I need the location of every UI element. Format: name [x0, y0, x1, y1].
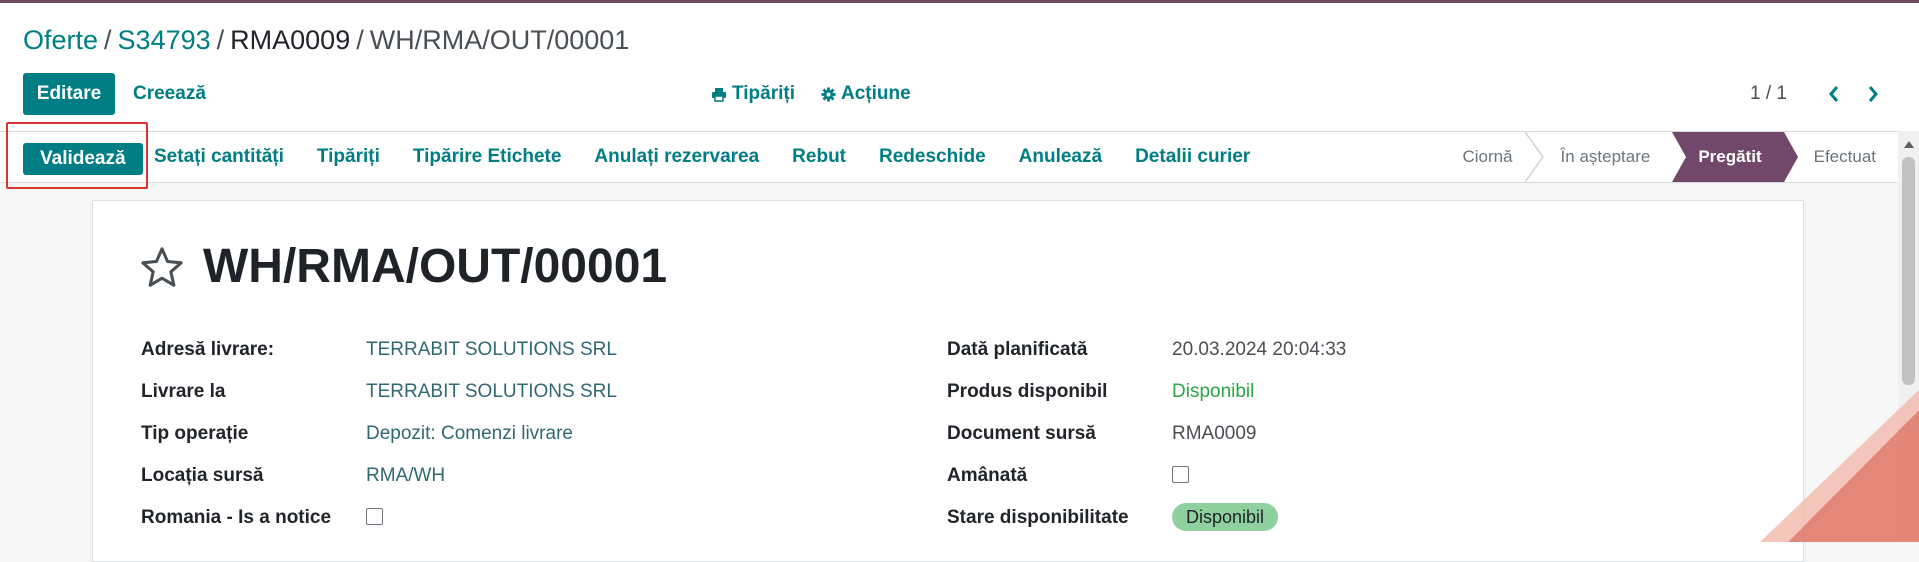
stage-label: În așteptare — [1560, 147, 1651, 166]
breadcrumb-item-oferte[interactable]: Oferte — [23, 25, 98, 55]
source-document-label: Document sursă — [947, 423, 1096, 444]
set-quantities-button[interactable]: Setați cantități — [154, 146, 284, 168]
chevron-left-icon — [1829, 86, 1839, 102]
operation-type-label: Tip operație — [141, 423, 249, 444]
printer-icon — [712, 87, 726, 102]
stage-divider — [1672, 132, 1687, 182]
action-menu[interactable]: Acțiune — [821, 73, 911, 115]
edit-button[interactable]: Editare — [23, 73, 115, 115]
breadcrumb-separator: / — [216, 25, 225, 55]
availability-state-label: Stare disponibilitate — [947, 507, 1129, 528]
breadcrumb-item-rma[interactable]: RMA0009 — [230, 25, 350, 55]
cancel-button[interactable]: Anulează — [1019, 146, 1102, 168]
source-document-value: RMA0009 — [1172, 423, 1257, 444]
form-sheet: WH/RMA/OUT/00001 Adresă livrare: TERRABI… — [92, 200, 1804, 562]
pager-next-button[interactable] — [1858, 73, 1888, 115]
status-bar: Validează Setați cantități Tipăriți Tipă… — [0, 122, 1898, 189]
delivery-address-label: Adresă livrare: — [141, 339, 275, 360]
stage-divider — [1524, 132, 1544, 182]
stage-ready[interactable]: Pregătit — [1672, 132, 1798, 182]
validate-button[interactable]: Validează — [23, 143, 143, 175]
stage-label: Ciornă — [1462, 147, 1513, 166]
pager-previous-button[interactable] — [1819, 73, 1849, 115]
stage-label: Efectuat — [1813, 147, 1876, 166]
source-location-value[interactable]: RMA/WH — [366, 465, 445, 487]
stage-divider — [1783, 132, 1798, 182]
product-availability-value: Disponibil — [1172, 381, 1255, 402]
delivery-address-value[interactable]: TERRABIT SOLUTIONS SRL — [366, 339, 617, 361]
record-title: WH/RMA/OUT/00001 — [203, 240, 668, 293]
status-actions: Setați cantități Tipăriți Tipărire Etich… — [154, 132, 1283, 182]
breadcrumb-item-current: WH/RMA/OUT/00001 — [369, 25, 630, 55]
star-icon[interactable] — [139, 245, 185, 291]
breadcrumb-separator: / — [356, 25, 364, 55]
control-panel: Oferte / S34793/RMA0009/WH/RMA/OUT/00001 E… — [0, 3, 1919, 131]
stage-draft[interactable]: Ciornă — [1436, 132, 1544, 182]
stage-waiting[interactable]: În așteptare — [1535, 132, 1673, 182]
breadcrumb-separator: / — [104, 25, 112, 55]
gear-icon — [821, 86, 836, 102]
scrollbar-thumb[interactable] — [1902, 157, 1915, 385]
deliver-to-label: Livrare la — [141, 381, 226, 402]
create-button[interactable]: Creează — [133, 73, 206, 115]
stage-done[interactable]: Efectuat — [1784, 132, 1898, 182]
vertical-scrollbar[interactable] — [1898, 131, 1919, 542]
operation-type-value[interactable]: Depozit: Comenzi livrare — [366, 423, 573, 445]
breadcrumb: Oferte / S34793/RMA0009/WH/RMA/OUT/00001 — [23, 25, 629, 56]
print-button[interactable]: Tipăriți — [317, 146, 380, 168]
scheduled-date-value: 20.03.2024 20:04:33 — [1172, 339, 1347, 360]
pager-value[interactable]: 1 / 1 — [1750, 73, 1787, 115]
romania-notice-label: Romania - Is a notice — [141, 507, 332, 528]
courier-details-button[interactable]: Detalii curier — [1135, 146, 1250, 168]
scrap-button[interactable]: Rebut — [792, 146, 846, 168]
source-location-label: Locația sursă — [141, 465, 264, 486]
deliver-to-value[interactable]: TERRABIT SOLUTIONS SRL — [366, 381, 617, 403]
print-menu[interactable]: Tipăriți — [711, 73, 795, 115]
print-menu-label: Tipăriți — [732, 83, 795, 104]
unreserve-button[interactable]: Anulați rezervarea — [594, 146, 759, 168]
scheduled-date-label: Dată planificată — [947, 339, 1088, 360]
triangle-up-icon — [1903, 140, 1914, 148]
romania-notice-checkbox[interactable] — [366, 508, 383, 525]
action-menu-label: Acțiune — [841, 83, 911, 104]
print-labels-button[interactable]: Tipărire Etichete — [413, 146, 562, 168]
postponed-checkbox[interactable] — [1172, 466, 1189, 483]
product-availability-label: Produs disponibil — [947, 381, 1108, 402]
status-pipeline: Ciornă În așteptare Pregătit Efectuat — [1436, 132, 1898, 182]
breadcrumb-item-order[interactable]: S34793 — [118, 25, 211, 55]
status-badge: Disponibil — [1172, 503, 1279, 531]
scroll-up-arrow[interactable] — [1898, 135, 1919, 153]
reopen-button[interactable]: Redeschide — [879, 146, 986, 168]
chevron-right-icon — [1868, 86, 1878, 102]
postponed-label: Amânată — [947, 465, 1028, 486]
stage-label: Pregătit — [1698, 147, 1762, 166]
